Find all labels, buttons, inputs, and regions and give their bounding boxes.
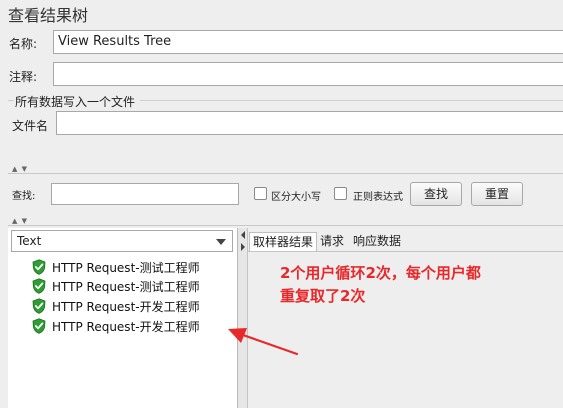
annotation-arrow <box>228 328 299 356</box>
